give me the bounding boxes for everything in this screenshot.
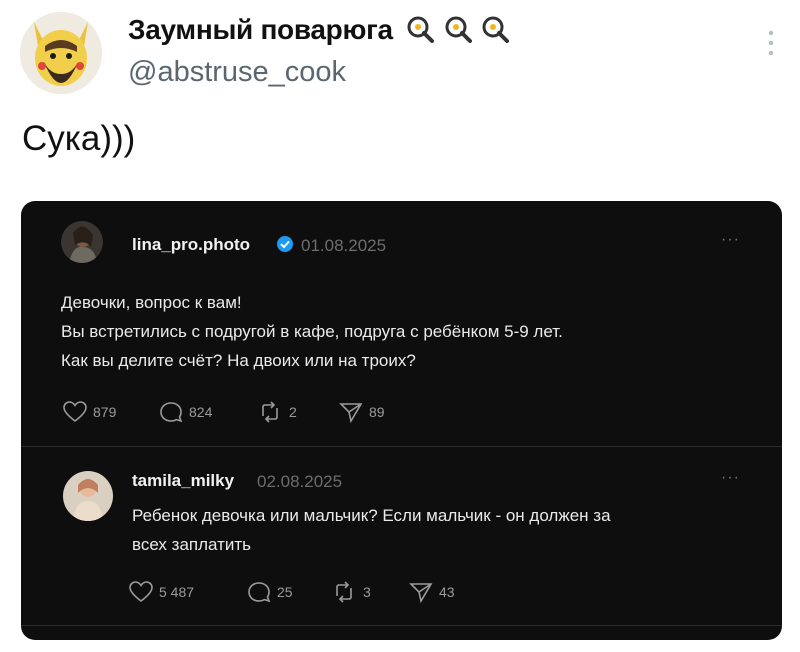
post-repost-button[interactable]: 2: [257, 401, 297, 423]
share-count: 43: [439, 584, 455, 600]
divider: [21, 625, 782, 626]
post-comment-button[interactable]: 824: [159, 401, 212, 423]
author-display-name[interactable]: Заумный поварюга: [128, 14, 510, 50]
more-options-icon[interactable]: [768, 30, 774, 61]
reply-comment-button[interactable]: 25: [247, 581, 293, 603]
repost-icon: [336, 581, 352, 603]
reply-like-button[interactable]: 5 487: [129, 581, 194, 603]
comment-icon: [248, 582, 271, 603]
frying-pan-egg-icon: [481, 15, 510, 50]
author-avatar[interactable]: [20, 12, 102, 94]
post-username[interactable]: lina_pro.photo: [132, 235, 250, 255]
post-more-icon[interactable]: ···: [721, 231, 740, 249]
post-text: Девочки, вопрос к вам! Вы встретились с …: [61, 288, 563, 375]
post-line: Как вы делите счёт? На двоих или на трои…: [61, 351, 416, 370]
post-avatar[interactable]: [61, 221, 103, 263]
post-date: 01.08.2025: [301, 236, 387, 255]
reply-share-button[interactable]: 43: [409, 581, 455, 603]
comment-count: 824: [189, 404, 213, 420]
share-icon: [409, 583, 433, 603]
verified-badge-icon: [276, 235, 294, 258]
reply-text: Ребенок девочка или мальчик? Если мальчи…: [132, 501, 611, 559]
reply-line: Ребенок девочка или мальчик? Если мальчи…: [132, 506, 611, 525]
post-line: Девочки, вопрос к вам!: [61, 293, 242, 312]
comment-count: 25: [277, 584, 293, 600]
like-count: 879: [93, 404, 117, 420]
like-count: 5 487: [159, 584, 195, 600]
repost-icon: [262, 401, 278, 423]
repost-count: 2: [289, 404, 297, 420]
repost-count: 3: [363, 584, 371, 600]
heart-icon: [129, 581, 153, 603]
share-count: 89: [369, 404, 385, 420]
embedded-screenshot: lina_pro.photo 01.08.2025 ··· Девочки, в…: [21, 201, 782, 640]
frying-pan-egg-icon: [406, 15, 435, 50]
reply-repost-button[interactable]: 3: [331, 581, 371, 603]
reply-line: всех заплатить: [132, 535, 252, 554]
frying-pan-egg-icon: [444, 15, 472, 50]
share-icon: [339, 403, 363, 423]
post-line: Вы встретились с подругой в кафе, подруг…: [61, 322, 563, 341]
heart-icon: [63, 401, 87, 423]
comment-icon: [160, 402, 183, 423]
reply-more-icon[interactable]: ···: [721, 469, 740, 487]
reply-avatar[interactable]: [63, 471, 113, 521]
reply-username[interactable]: tamila_milky: [132, 471, 234, 491]
post-share-button[interactable]: 89: [339, 401, 385, 423]
divider: [21, 446, 782, 447]
author-handle[interactable]: @abstruse_cook: [128, 56, 346, 89]
tweet-text: Сука))): [22, 119, 136, 158]
reply-date: 02.08.2025: [257, 472, 343, 491]
post-like-button[interactable]: 879: [63, 401, 116, 423]
